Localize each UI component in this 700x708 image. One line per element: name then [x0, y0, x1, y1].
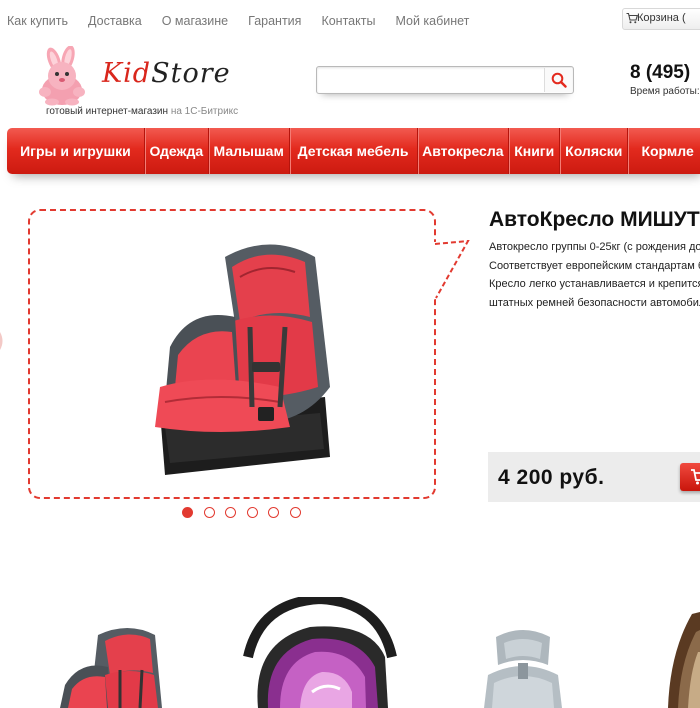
- nav-item-toys[interactable]: Игры и игрушки: [7, 128, 145, 174]
- search-icon: [551, 72, 567, 88]
- search-button[interactable]: [544, 68, 572, 92]
- nav-item-strollers[interactable]: Коляски: [560, 128, 629, 174]
- car-seat-image: [155, 244, 330, 475]
- price-box: 4 200 руб.: [488, 452, 700, 502]
- slider-dot[interactable]: [246, 507, 258, 518]
- slider-dot[interactable]: [289, 507, 301, 518]
- phone-number: 8 (495): [630, 62, 691, 83]
- top-link-how-to-buy[interactable]: Как купить: [7, 14, 68, 28]
- nav-item-books[interactable]: Книги: [509, 128, 561, 174]
- product-description: Автокресло группы 0-25кг (с рождения до …: [489, 238, 700, 312]
- search-input[interactable]: [321, 70, 541, 90]
- product-thumb-infant-carrier[interactable]: [240, 597, 400, 708]
- main-nav: Игры и игрушки Одежда Малышам Детская ме…: [7, 128, 700, 174]
- bunny-logo-icon: [39, 46, 85, 106]
- product-desc-line: Соответствует европейским стандартам б: [489, 259, 700, 272]
- product-thumb-booster-seat[interactable]: [478, 625, 568, 708]
- top-link-warranty[interactable]: Гарантия: [248, 14, 301, 28]
- product-desc-line: Кресло легко устанавливается и крепится: [489, 278, 700, 290]
- add-to-cart-button[interactable]: [680, 463, 700, 491]
- speech-pointer: [434, 240, 470, 300]
- cart-button[interactable]: Корзина (: [622, 8, 700, 30]
- nav-item-babies[interactable]: Малышам: [209, 128, 290, 174]
- logo-kid: Kid: [102, 58, 152, 89]
- tagline: готовый интернет-магазин на 1С-Битрикс: [46, 106, 238, 117]
- logo-store: Store: [151, 58, 231, 89]
- top-link-contacts[interactable]: Контакты: [321, 14, 375, 28]
- product-thumb-brown-seat[interactable]: [668, 612, 700, 708]
- working-hours: Время работы:: [630, 86, 700, 97]
- top-link-delivery[interactable]: Доставка: [88, 14, 142, 28]
- product-title[interactable]: АвтоКресло МИШУТК: [489, 208, 700, 232]
- top-links: Как купить Доставка О магазине Гарантия …: [7, 14, 469, 28]
- slider-dot[interactable]: [203, 507, 215, 518]
- top-link-about[interactable]: О магазине: [162, 14, 228, 28]
- slider-dot[interactable]: [268, 507, 279, 518]
- nav-item-feeding[interactable]: Кормле: [628, 128, 700, 174]
- nav-item-clothes[interactable]: Одежда: [145, 128, 209, 174]
- product-price: 4 200 руб.: [498, 466, 605, 489]
- product-desc-line: Автокресло группы 0-25кг (с рождения до: [489, 241, 700, 253]
- slider-dot[interactable]: [225, 507, 236, 518]
- slider-dot[interactable]: [182, 507, 193, 518]
- product-thumb-red-seat[interactable]: [50, 625, 170, 708]
- slider-prev-hint[interactable]: [0, 330, 6, 352]
- logo-text: KidStore: [102, 58, 231, 89]
- cart-button-icon: [691, 469, 700, 485]
- top-link-account[interactable]: Мой кабинет: [395, 14, 469, 28]
- nav-item-car-seats[interactable]: Автокресла: [418, 128, 510, 174]
- product-desc-line: штатных ремней безопасности автомобил: [489, 296, 700, 309]
- nav-item-kids-furniture[interactable]: Детская мебель: [290, 128, 418, 174]
- slider-dots: [182, 507, 301, 518]
- tagline-main: готовый интернет-магазин: [46, 106, 169, 117]
- tagline-suffix: на 1С-Битрикс: [170, 106, 239, 117]
- cart-label: Корзина (: [637, 12, 686, 24]
- search-box: [316, 66, 574, 94]
- cart-icon: [626, 12, 638, 24]
